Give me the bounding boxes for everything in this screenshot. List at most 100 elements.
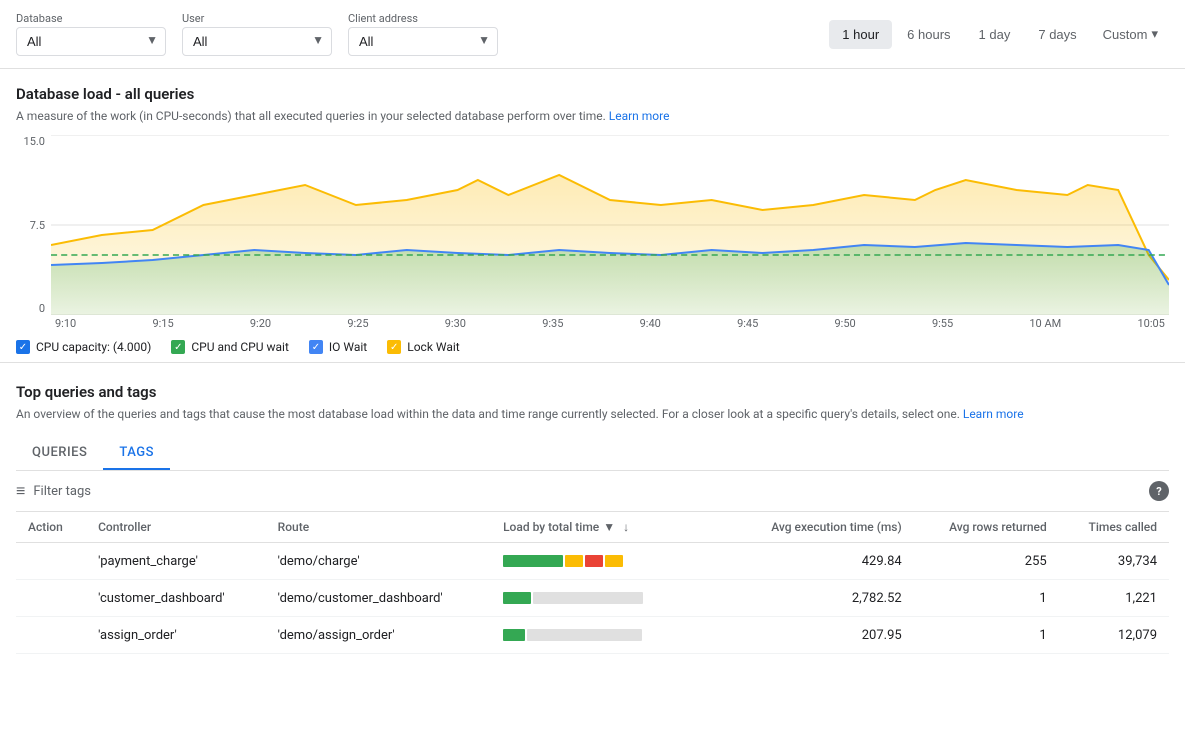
database-filter-label: Database [16, 12, 166, 25]
bottom-description: An overview of the queries and tags that… [16, 407, 1169, 421]
chart-title: Database load - all queries [16, 85, 1169, 103]
td-controller-3: 'assign_order' [86, 617, 266, 654]
results-table: Action Controller Route Load by total ti… [16, 512, 1169, 654]
time-range-buttons: 1 hour 6 hours 1 day 7 days Custom ▾ [829, 19, 1169, 49]
th-controller: Controller [86, 512, 266, 543]
td-route-2: 'demo/customer_dashboard' [266, 580, 491, 617]
legend-cpu-wait-checkbox[interactable]: ✓ [171, 340, 185, 354]
database-filter-select[interactable]: All [16, 27, 166, 56]
x-label-925: 9:25 [347, 317, 368, 330]
filter-bar: ≡ Filter tags ? [16, 471, 1169, 512]
th-times-called: Times called [1059, 512, 1169, 543]
x-label-920: 9:20 [250, 317, 271, 330]
tabs: QUERIES TAGS [16, 437, 1169, 471]
legend-cpu-wait: ✓ CPU and CPU wait [171, 340, 289, 354]
x-label-10am: 10 AM [1029, 317, 1061, 330]
td-avg-rows-2: 1 [914, 580, 1059, 617]
td-controller-2: 'customer_dashboard' [86, 580, 266, 617]
legend-cpu-capacity: ✓ CPU capacity: (4.000) [16, 340, 151, 354]
y-label-0: 0 [16, 302, 45, 315]
td-avg-exec-3: 207.95 [730, 617, 914, 654]
x-label-915: 9:15 [152, 317, 173, 330]
table-row[interactable]: 'assign_order' 'demo/assign_order' 207.9… [16, 617, 1169, 654]
td-route-1: 'demo/charge' [266, 543, 491, 580]
td-load-1 [491, 543, 729, 580]
tab-tags[interactable]: TAGS [103, 437, 170, 470]
filter-tags-label: Filter tags [33, 484, 91, 499]
client-address-filter-select[interactable]: All [348, 27, 498, 56]
chart-learn-more-link[interactable]: Learn more [609, 109, 670, 123]
chart-section: Database load - all queries A measure of… [0, 69, 1185, 363]
td-times-called-1: 39,734 [1059, 543, 1169, 580]
table-row[interactable]: 'payment_charge' 'demo/charge' 429.84 25… [16, 543, 1169, 580]
td-avg-exec-2: 2,782.52 [730, 580, 914, 617]
y-axis: 15.0 7.5 0 [16, 135, 51, 315]
legend-cpu-capacity-checkbox[interactable]: ✓ [16, 340, 30, 354]
td-action-2 [16, 580, 86, 617]
th-action: Action [16, 512, 86, 543]
top-bar: Database All ▼ User All ▼ Client address… [0, 0, 1185, 69]
td-action-3 [16, 617, 86, 654]
x-label-935: 9:35 [542, 317, 563, 330]
custom-chevron-icon: ▾ [1151, 26, 1158, 42]
legend-io-wait-checkbox[interactable]: ✓ [309, 340, 323, 354]
help-icon[interactable]: ? [1149, 481, 1169, 501]
legend-lock-wait-label: Lock Wait [407, 340, 459, 354]
bottom-title: Top queries and tags [16, 383, 1169, 401]
y-label-15: 15.0 [16, 135, 45, 148]
legend-io-wait-label: IO Wait [329, 340, 367, 354]
x-label-955: 9:55 [932, 317, 953, 330]
legend-cpu-capacity-label: CPU capacity: (4.000) [36, 340, 151, 354]
client-address-filter-label: Client address [348, 12, 498, 25]
legend-cpu-wait-label: CPU and CPU wait [191, 340, 289, 354]
database-filter-group: Database All ▼ [16, 12, 166, 56]
filter-bar-left: ≡ Filter tags [16, 481, 91, 501]
th-route: Route [266, 512, 491, 543]
x-label-940: 9:40 [640, 317, 661, 330]
filter-icon: ≡ [16, 481, 25, 501]
td-avg-rows-3: 1 [914, 617, 1059, 654]
time-btn-1day[interactable]: 1 day [966, 20, 1024, 49]
x-label-1005: 10:05 [1137, 317, 1164, 330]
x-label-930: 9:30 [445, 317, 466, 330]
tab-queries[interactable]: QUERIES [16, 437, 103, 470]
client-address-filter-group: Client address All ▼ [348, 12, 498, 56]
table-row[interactable]: 'customer_dashboard' 'demo/customer_dash… [16, 580, 1169, 617]
custom-label: Custom [1103, 27, 1148, 42]
time-btn-7days[interactable]: 7 days [1025, 20, 1089, 49]
legend-lock-wait: ✓ Lock Wait [387, 340, 459, 354]
chart-svg [51, 135, 1169, 315]
td-load-3 [491, 617, 729, 654]
th-load[interactable]: Load by total time ▼ ↓ [491, 512, 729, 543]
td-avg-rows-1: 255 [914, 543, 1059, 580]
x-axis-labels: 9:10 9:15 9:20 9:25 9:30 9:35 9:40 9:45 … [51, 317, 1169, 330]
chart-legend: ✓ CPU capacity: (4.000) ✓ CPU and CPU wa… [16, 340, 1169, 354]
legend-lock-wait-checkbox[interactable]: ✓ [387, 340, 401, 354]
td-controller-1: 'payment_charge' [86, 543, 266, 580]
bottom-section: Top queries and tags An overview of the … [0, 363, 1185, 654]
time-btn-1hour[interactable]: 1 hour [829, 20, 892, 49]
td-load-2 [491, 580, 729, 617]
x-label-945: 9:45 [737, 317, 758, 330]
y-label-75: 7.5 [16, 219, 45, 232]
x-label-950: 9:50 [835, 317, 856, 330]
th-avg-rows: Avg rows returned [914, 512, 1059, 543]
sort-asc-icon: ↓ [623, 520, 629, 534]
x-label-910: 9:10 [55, 317, 76, 330]
td-action-1 [16, 543, 86, 580]
td-times-called-2: 1,221 [1059, 580, 1169, 617]
time-btn-custom[interactable]: Custom ▾ [1092, 19, 1169, 49]
time-btn-6hours[interactable]: 6 hours [894, 20, 963, 49]
td-route-3: 'demo/assign_order' [266, 617, 491, 654]
td-avg-exec-1: 429.84 [730, 543, 914, 580]
bottom-learn-more-link[interactable]: Learn more [963, 407, 1024, 421]
user-filter-select[interactable]: All [182, 27, 332, 56]
td-times-called-3: 12,079 [1059, 617, 1169, 654]
sort-down-icon: ▼ [603, 520, 615, 534]
user-filter-label: User [182, 12, 332, 25]
legend-io-wait: ✓ IO Wait [309, 340, 367, 354]
table-header-row: Action Controller Route Load by total ti… [16, 512, 1169, 543]
th-avg-exec: Avg execution time (ms) [730, 512, 914, 543]
chart-description: A measure of the work (in CPU-seconds) t… [16, 109, 1169, 123]
user-filter-group: User All ▼ [182, 12, 332, 56]
